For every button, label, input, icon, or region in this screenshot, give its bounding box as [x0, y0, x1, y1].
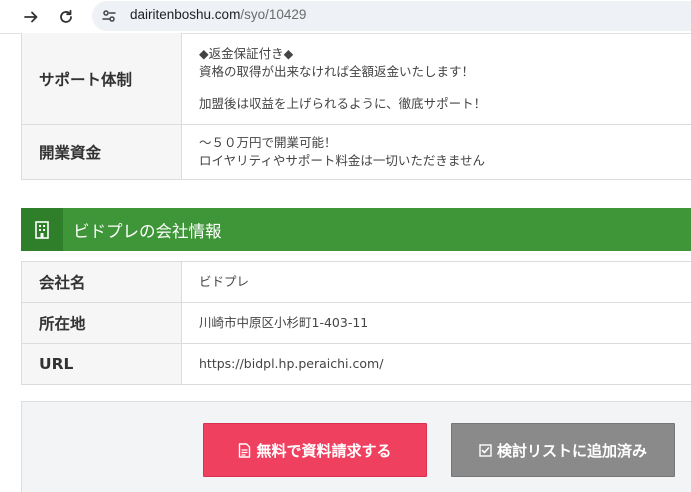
address-bar[interactable]: dairitenboshu.com/syo/10429 — [92, 1, 691, 31]
document-icon — [239, 442, 251, 458]
franchise-details-table: サポート体制 ◆返金保証付き◆ 資格の取得が出来なければ全額返金いたします！ 加… — [21, 33, 691, 180]
table-row-fund: 開業資金 ～５０万円で開業可能！ ロイヤリティやサポート料金は一切いただきません — [21, 125, 691, 180]
reload-button[interactable] — [53, 4, 79, 30]
support-line-2: 資格の取得が出来なければ全額返金いたします！ — [199, 63, 475, 79]
fund-line-1: ～５０万円で開業可能！ — [199, 135, 337, 150]
support-label: サポート体制 — [21, 33, 182, 124]
request-brochure-label: 無料で資料請求する — [256, 441, 392, 460]
site-info-button[interactable] — [100, 7, 118, 25]
fund-label: 開業資金 — [21, 125, 182, 179]
table-row-company-name: 会社名 ビドプレ — [21, 262, 691, 303]
company-section-header: ビドプレの会社情報 — [21, 208, 691, 251]
company-info-table: 会社名 ビドプレ 所在地 川崎市中原区小杉町1-403-11 URL https… — [21, 261, 691, 385]
arrow-right-icon — [24, 11, 38, 23]
browser-toolbar: dairitenboshu.com/syo/10429 — [0, 0, 691, 34]
fund-value: ～５０万円で開業可能！ ロイヤリティやサポート料金は一切いただきません — [182, 125, 691, 179]
forward-button[interactable] — [18, 4, 44, 30]
table-row-url: URL https://bidpl.hp.peraichi.com/ — [21, 344, 691, 385]
building-icon — [35, 220, 49, 239]
url-label: URL — [21, 344, 182, 384]
company-name-value: ビドプレ — [199, 274, 250, 289]
tune-icon — [102, 10, 116, 22]
url-path: /syo/10429 — [240, 7, 307, 22]
url-domain: dairitenboshu.com — [130, 7, 241, 22]
table-row-support: サポート体制 ◆返金保証付き◆ 資格の取得が出来なければ全額返金いたします！ 加… — [21, 33, 691, 125]
table-row-address: 所在地 川崎市中原区小杉町1-403-11 — [21, 303, 691, 344]
request-brochure-button[interactable]: 無料で資料請求する — [203, 423, 427, 477]
company-url-value: https://bidpl.hp.peraichi.com/ — [199, 356, 384, 371]
address-value: 川崎市中原区小杉町1-403-11 — [199, 315, 369, 330]
support-value: ◆返金保証付き◆ 資格の取得が出来なければ全額返金いたします！ 加盟後は収益を上… — [182, 33, 691, 124]
added-to-list-button[interactable]: 検討リストに追加済み — [451, 423, 675, 477]
address-label: 所在地 — [21, 303, 182, 343]
section-title: ビドプレの会社情報 — [73, 221, 222, 241]
reload-icon — [60, 9, 72, 23]
url-text[interactable]: dairitenboshu.com/syo/10429 — [130, 7, 306, 22]
cta-area: 無料で資料請求する 検討リストに追加済み — [21, 401, 691, 492]
fund-line-2: ロイヤリティやサポート料金は一切いただきません — [199, 153, 486, 168]
building-icon-box — [21, 208, 63, 251]
company-name-label: 会社名 — [21, 262, 182, 302]
added-to-list-label: 検討リストに追加済み — [496, 441, 647, 460]
support-line-3: 加盟後は収益を上げられるように、徹底サポート！ — [199, 95, 487, 111]
support-line-1: ◆返金保証付き◆ — [199, 45, 294, 61]
checkbox-checked-icon — [479, 443, 492, 457]
